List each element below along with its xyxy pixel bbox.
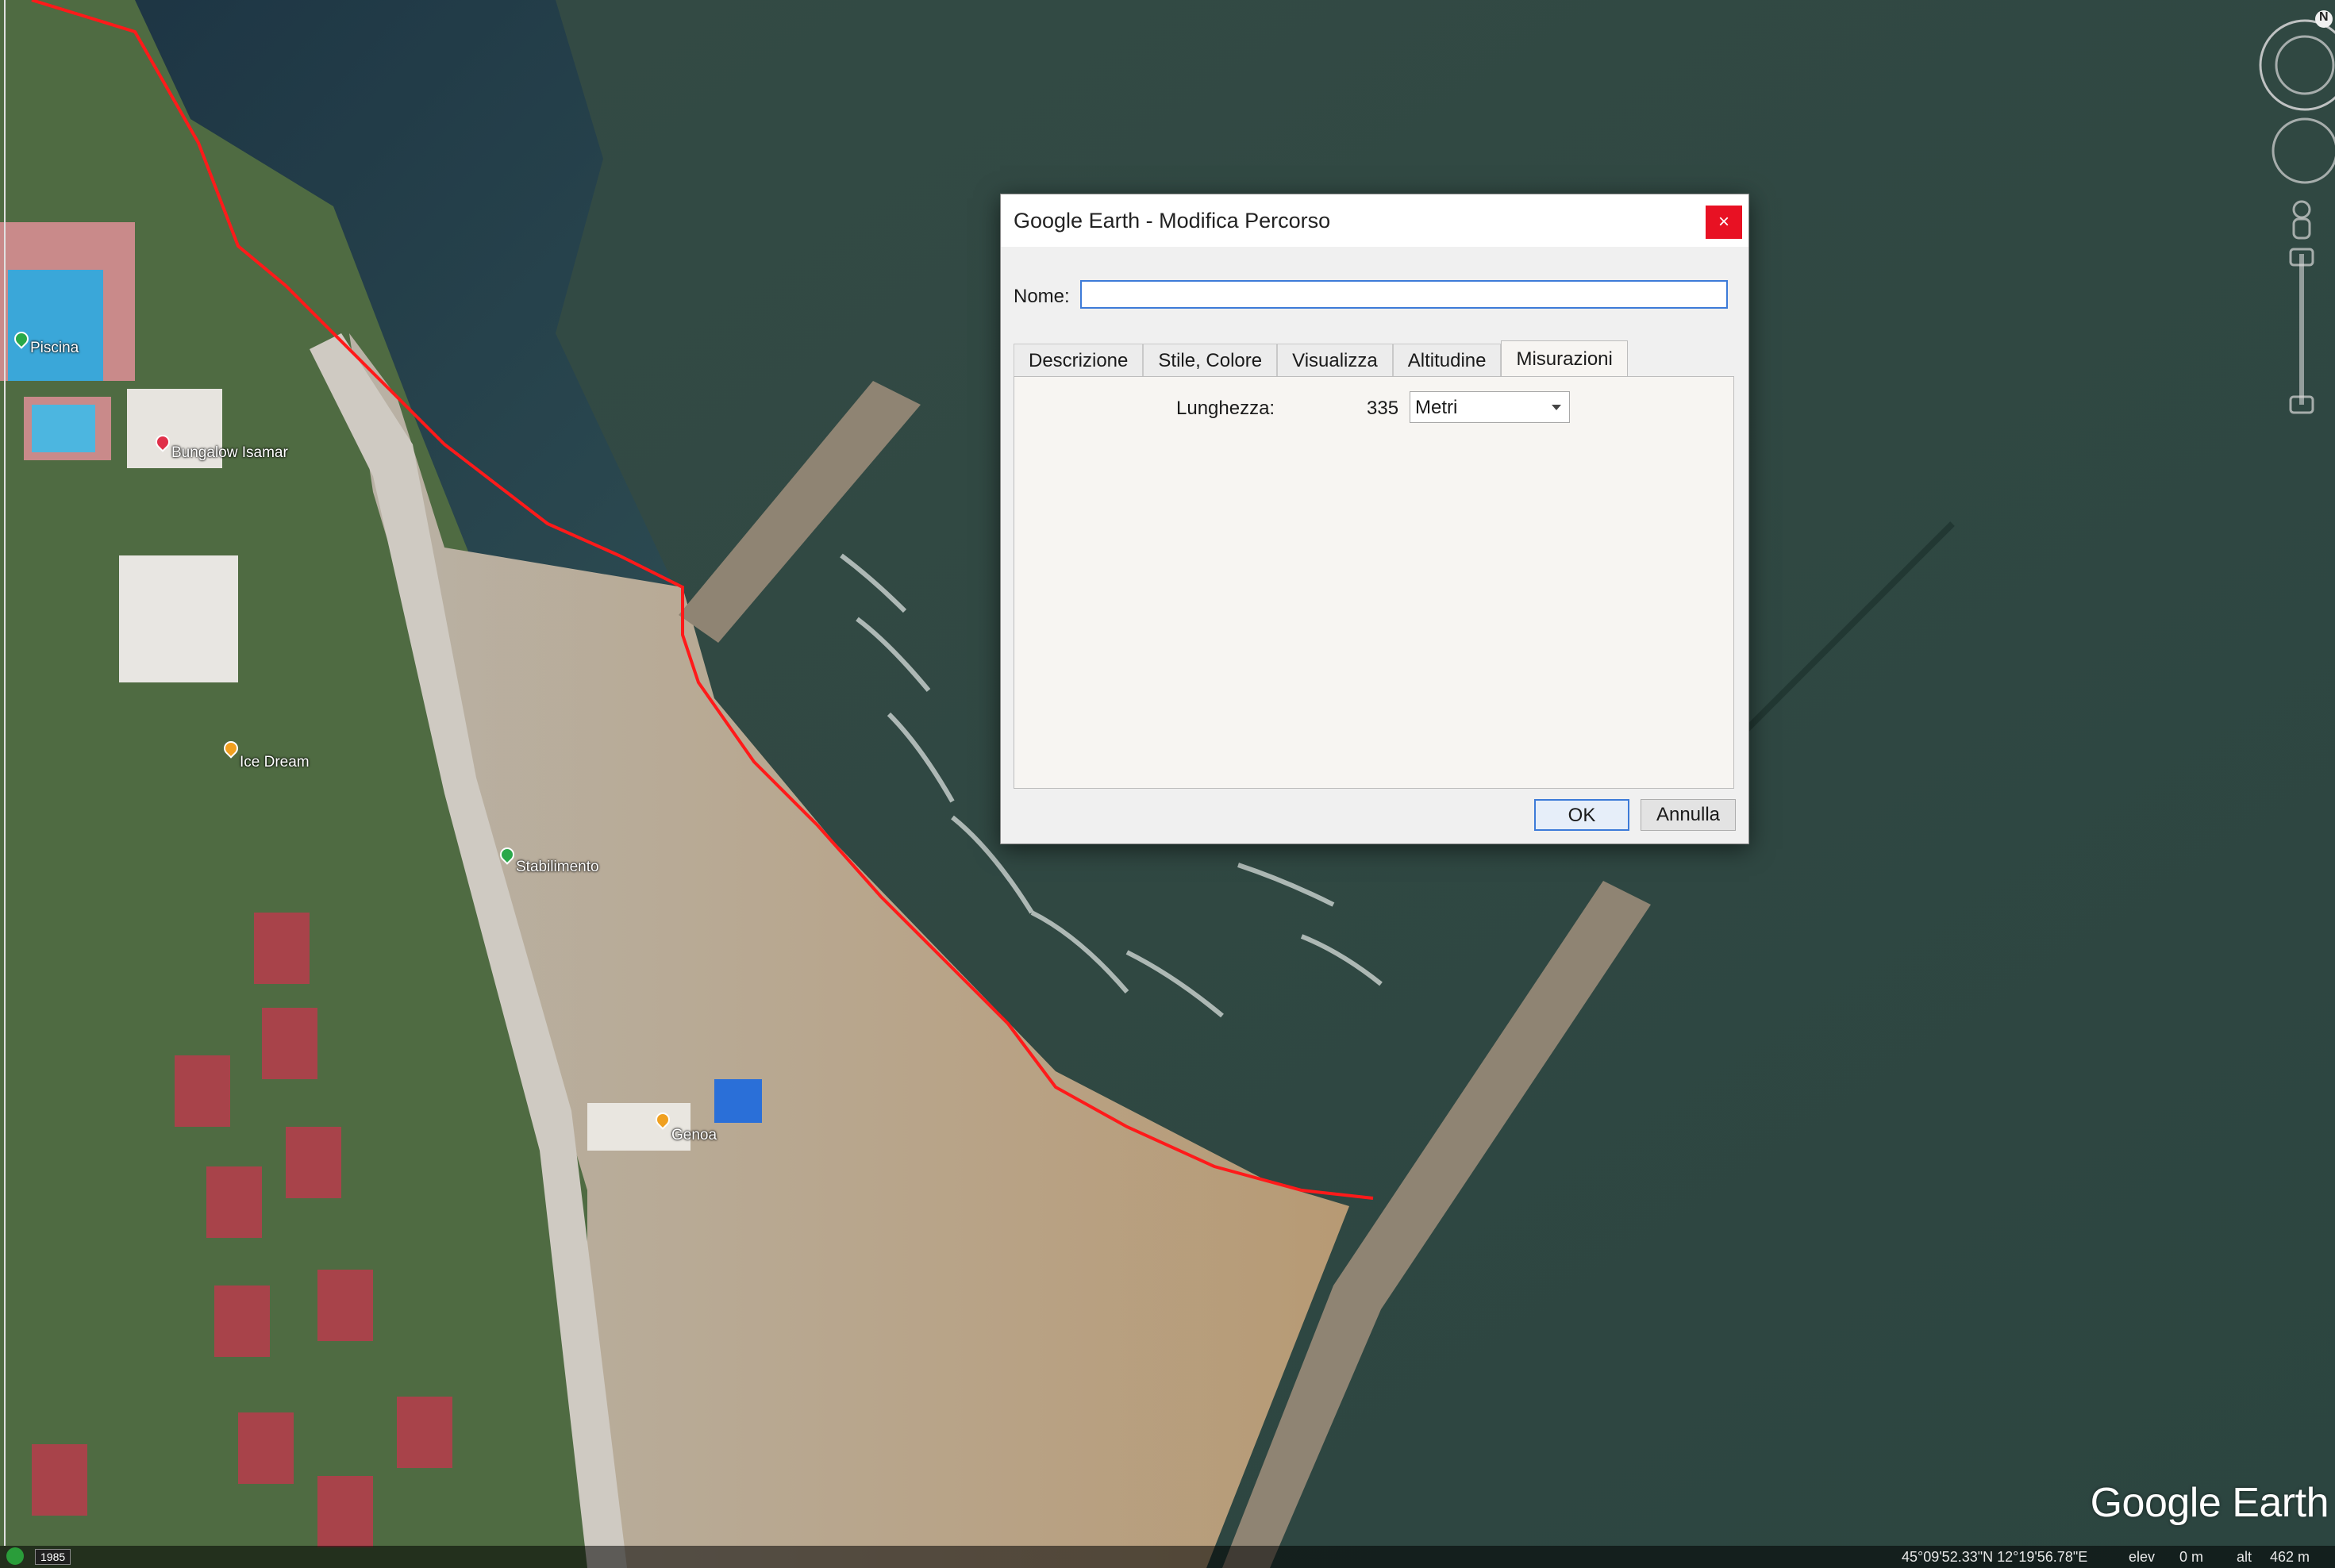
length-label: Lunghezza: <box>1176 398 1275 419</box>
tab-visualizza[interactable]: Visualizza <box>1277 344 1393 377</box>
look-joystick-icon[interactable] <box>2272 117 2335 184</box>
elevation-value: 0 m <box>2179 1549 2204 1565</box>
historical-year-badge[interactable]: 1985 <box>35 1549 71 1565</box>
name-field-label: Nome: <box>1014 286 1070 307</box>
dialog-tab-bar: Descrizione Stile, Colore Visualizza Alt… <box>1014 340 1628 377</box>
poi-label-stabilimento[interactable]: Stabilimento <box>516 859 599 876</box>
edit-path-dialog: Google Earth - Modifica Percorso × Nome:… <box>1000 194 1749 844</box>
close-button[interactable]: × <box>1706 206 1742 239</box>
altitude-label: alt <box>2237 1549 2252 1565</box>
street-view-pegman-icon[interactable] <box>2292 200 2311 240</box>
poi-label-piscina[interactable]: Piscina <box>30 340 79 357</box>
length-value: 335 <box>1367 398 1399 419</box>
status-bar: 1985 45°09'52.33"N 12°19'56.78"E elev 0 … <box>0 1546 2335 1568</box>
close-icon: × <box>1718 211 1729 233</box>
tab-altitudine[interactable]: Altitudine <box>1392 344 1502 377</box>
dialog-title-bar[interactable]: Google Earth - Modifica Percorso × <box>1001 194 1748 247</box>
navigation-controls: N <box>2256 0 2335 444</box>
poi-label-ice-dream[interactable]: Ice Dream <box>240 754 310 771</box>
poi-label-genoa[interactable]: Genoa <box>671 1127 717 1144</box>
google-earth-logo: Google Earth <box>2090 1480 2329 1526</box>
length-unit-select[interactable]: Metri <box>1410 391 1570 423</box>
poi-label-bungalow-isamar[interactable]: Bungalow Isamar <box>171 444 288 462</box>
name-input[interactable] <box>1080 280 1728 309</box>
ok-button[interactable]: OK <box>1534 799 1629 831</box>
cancel-button[interactable]: Annulla <box>1641 799 1736 831</box>
altitude-value: 462 m <box>2270 1549 2310 1565</box>
tab-stile-colore[interactable]: Stile, Colore <box>1143 344 1278 377</box>
coordinates-readout: 45°09'52.33"N 12°19'56.78"E <box>1902 1549 2088 1565</box>
length-unit-selected: Metri <box>1415 397 1458 418</box>
tab-misurazioni[interactable]: Misurazioni <box>1501 340 1628 377</box>
tab-descrizione[interactable]: Descrizione <box>1014 344 1144 377</box>
dialog-title: Google Earth - Modifica Percorso <box>1014 209 1331 233</box>
north-indicator: N <box>2319 10 2329 24</box>
zoom-slider-icon[interactable] <box>2289 248 2314 414</box>
measurements-panel: Lunghezza: 335 Metri <box>1014 376 1734 789</box>
historical-imagery-icon[interactable] <box>6 1547 24 1565</box>
compass-ring-icon[interactable] <box>2259 10 2335 111</box>
chevron-down-icon <box>1552 405 1561 410</box>
elevation-label: elev <box>2129 1549 2156 1565</box>
